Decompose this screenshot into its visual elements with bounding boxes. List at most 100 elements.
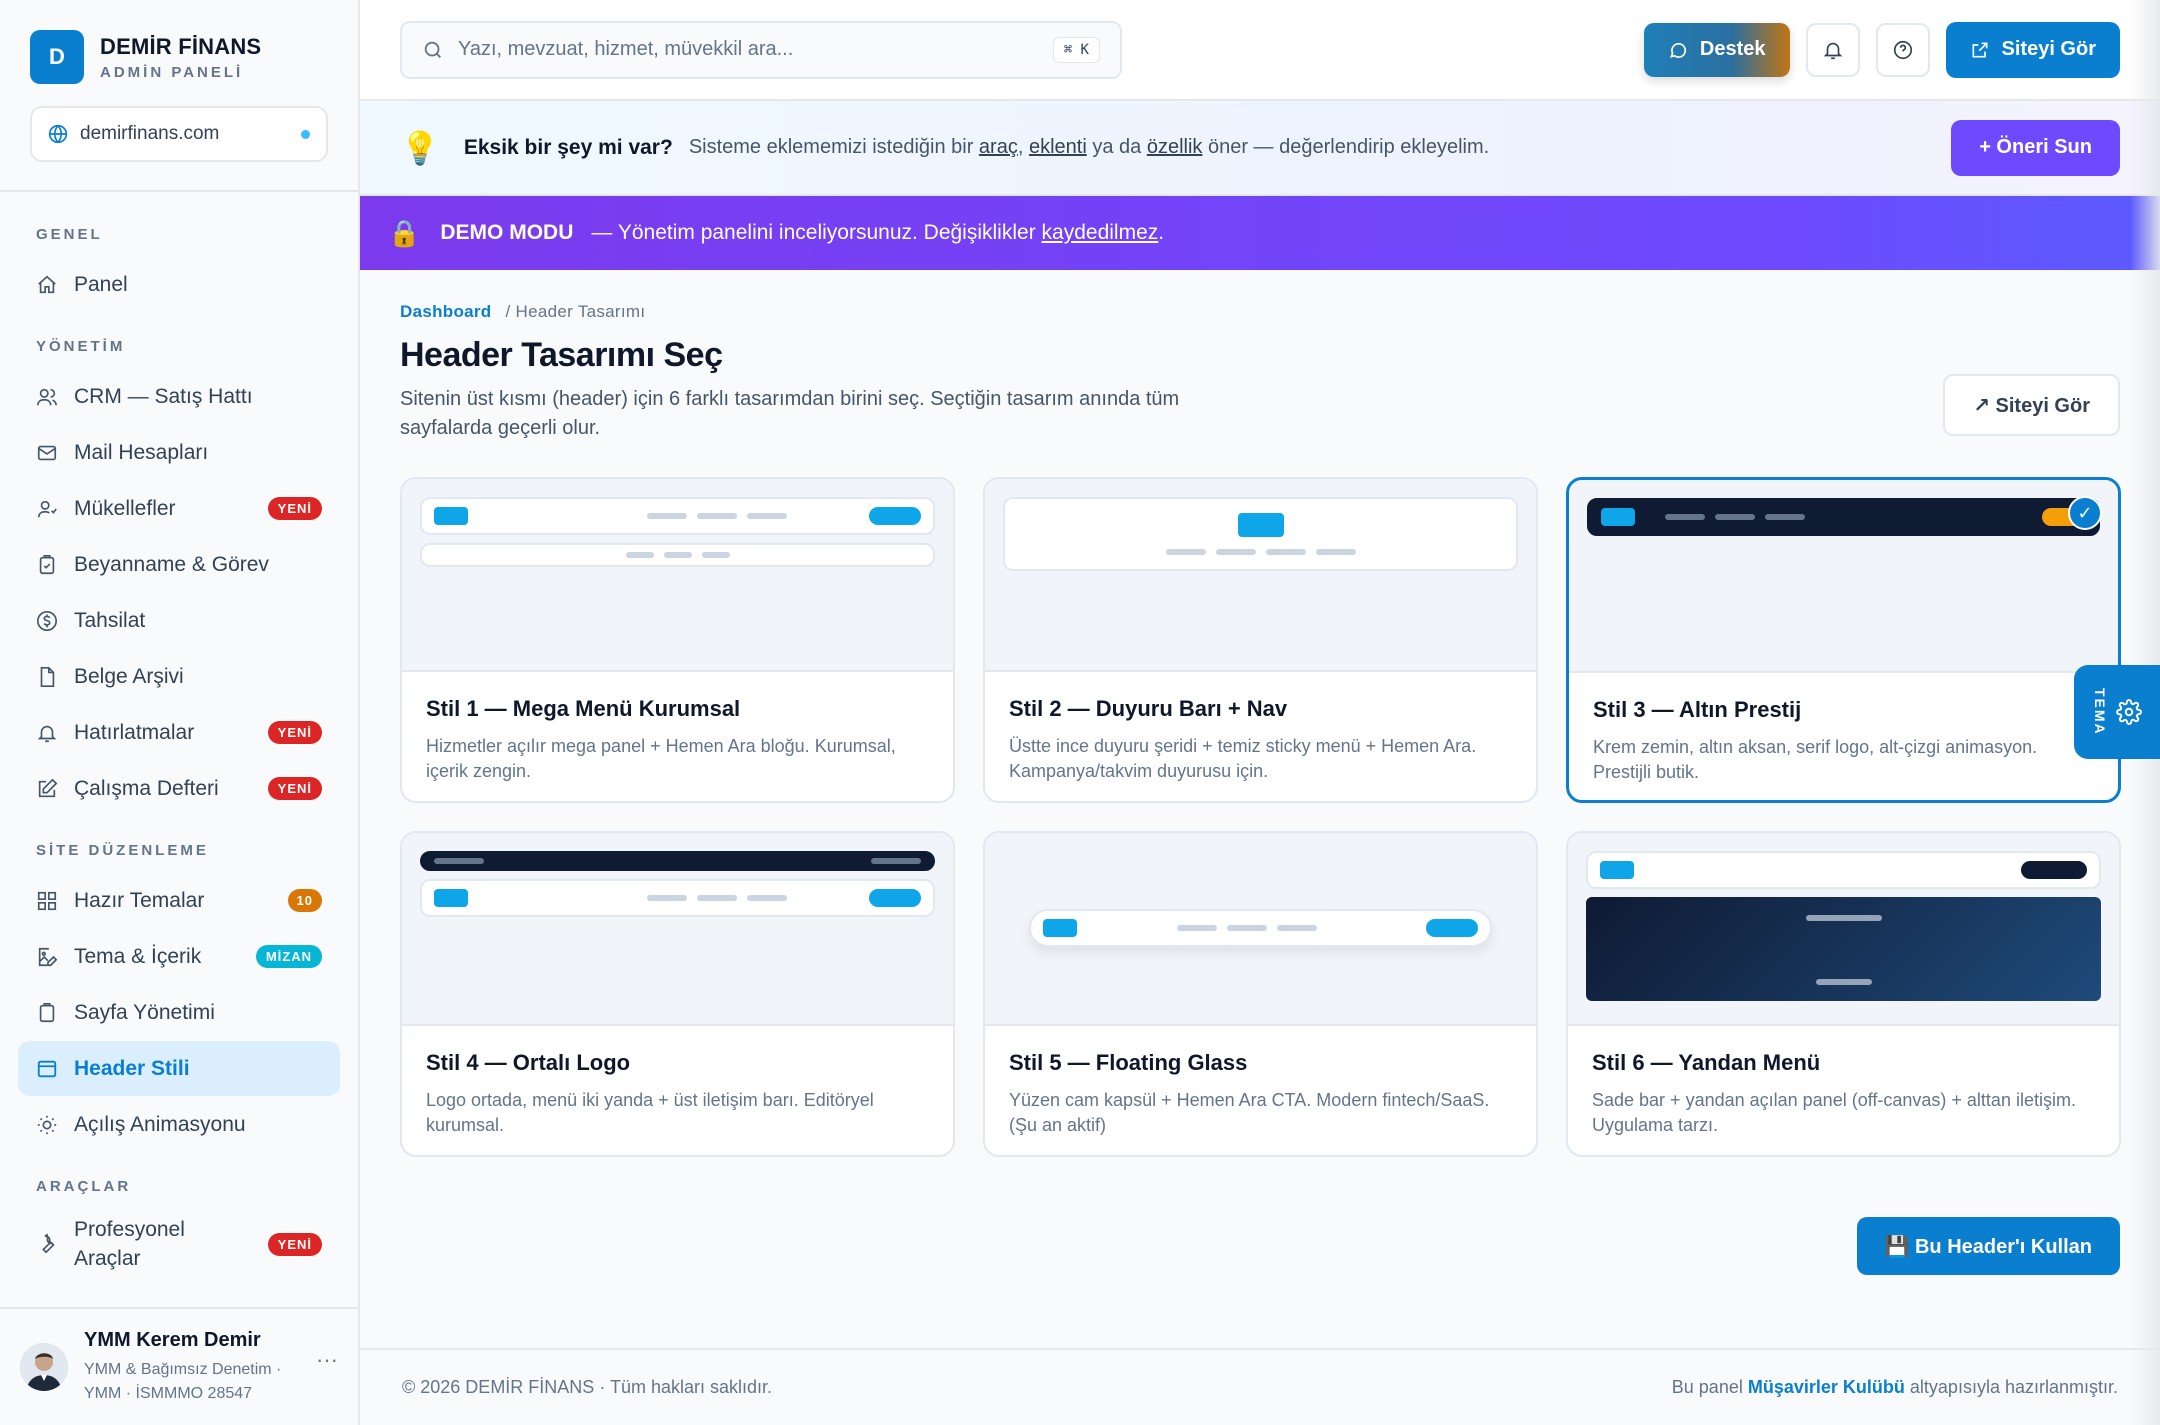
sidebar-item-label: Çalışma Defteri	[74, 776, 219, 800]
brand-area: D DEMİR FİNANS ADMİN PANELİ demirfinans.…	[0, 0, 358, 192]
sidebar-item-tahsilat[interactable]: Tahsilat	[18, 593, 340, 648]
contacts-icon	[37, 500, 57, 517]
bell-icon	[1823, 42, 1842, 59]
sidebar-item-crm[interactable]: CRM — Satış Hattı	[18, 369, 340, 424]
grid-icon	[37, 891, 57, 910]
demo-link[interactable]: kaydedilmez	[1042, 221, 1159, 245]
new-badge: YENİ	[267, 777, 322, 800]
style-name: Stil 5 — Floating Glass	[1009, 1050, 1248, 1075]
user-profile[interactable]: YMM Kerem Demir YMM & Bağımsız Denetim ·…	[0, 1307, 358, 1425]
footer-copyright: © 2026 DEMİR FİNANS · Tüm hakları saklıd…	[402, 1377, 773, 1397]
apply-header-button[interactable]: 💾 Bu Header'ı Kullan	[1856, 1217, 2120, 1275]
sidebar-item-profesyonel-araclar[interactable]: Profesyonel Araçlar YENİ	[18, 1209, 340, 1279]
preview-mega-panel	[420, 543, 935, 567]
sidebar-item-acilis-animasyonu[interactable]: Açılış Animasyonu	[18, 1097, 340, 1152]
breadcrumb-current: / Header Tasarımı	[505, 302, 646, 321]
style-preview	[1568, 833, 2119, 1026]
page-subtitle: Sitenin üst kısmı (header) için 6 farklı…	[400, 388, 1180, 439]
preview-navbar	[1003, 497, 1518, 571]
nav-section-title: YÖNETİM	[36, 338, 126, 355]
sidebar-item-hazir-temalar[interactable]: Hazır Temalar 10	[18, 873, 340, 928]
style-preview: ✓	[1569, 480, 2118, 673]
sidebar-item-mail[interactable]: Mail Hesapları	[18, 425, 340, 480]
sidebar-item-label: Header Stili	[74, 1056, 190, 1080]
brand-logo[interactable]: D	[30, 30, 84, 84]
style-description: Logo ortada, menü iki yanda + üst iletiş…	[426, 1090, 874, 1135]
view-site-outline-button[interactable]: ↗ Siteyi Gör	[1943, 374, 2120, 436]
sidebar-item-mukellefler[interactable]: Mükellefler YENİ	[18, 481, 340, 536]
footer-credit-link[interactable]: Müşavirler Kulübü	[1748, 1377, 1905, 1397]
sidebar-item-beyanname[interactable]: Beyanname & Görev	[18, 537, 340, 592]
demo-mode-banner: 🔒 DEMO MODU — Yönetim panelini inceliyor…	[360, 196, 2160, 270]
style-description: Üstte ince duyuru şeridi + temiz sticky …	[1009, 736, 1477, 781]
content: Dashboard / Header Tasarımı Header Tasarı…	[360, 270, 2160, 1275]
suggestion-link-ozellik[interactable]: özellik	[1147, 136, 1203, 158]
style-card-3[interactable]: ✓ Stil 3 — Altın Prestij Krem zemin, alt…	[1566, 477, 2121, 803]
demo-title: DEMO MODU	[440, 221, 574, 244]
sidebar-item-label: Tema & İçerik	[74, 944, 202, 968]
search-input[interactable]: Yazı, mevzuat, hizmet, müvekkil ara... ⌘…	[400, 20, 1122, 79]
style-card-6[interactable]: Stil 6 — Yandan Menü Sade bar + yandan a…	[1566, 831, 2121, 1157]
suggestion-link-arac[interactable]: araç	[979, 136, 1018, 158]
view-site-label: Siteyi Gör	[2001, 38, 2096, 60]
external-link-icon	[1972, 42, 1988, 57]
more-icon[interactable]: ···	[316, 1347, 338, 1373]
style-name: Stil 3 — Altın Prestij	[1593, 697, 1802, 722]
sidebar-item-label: Mükellefler	[74, 496, 176, 520]
preview-glass-capsule	[1029, 909, 1492, 947]
clipboard-icon	[39, 554, 55, 574]
count-badge: 10	[287, 889, 322, 912]
sidebar-item-hatirlatmalar[interactable]: Hatırlatmalar YENİ	[18, 705, 340, 760]
site-domain: demirfinans.com	[80, 123, 220, 144]
main-area: Yazı, mevzuat, hizmet, müvekkil ara... ⌘…	[360, 0, 2160, 1425]
mizan-badge: MİZAN	[255, 945, 322, 968]
sidebar-item-tema-icerik[interactable]: Tema & İçerik MİZAN	[18, 929, 340, 984]
preview-navbar	[420, 497, 935, 535]
suggest-button[interactable]: + Öneri Sun	[1951, 119, 2120, 176]
style-description: Hizmetler açılır mega panel + Hemen Ara …	[426, 736, 896, 781]
style-preview	[402, 479, 953, 672]
image-edit-icon	[38, 947, 58, 966]
sidebar-item-panel[interactable]: Panel	[18, 257, 340, 312]
footer-credit: Bu panel Müşavirler Kulübü altyapısıyla …	[1672, 1377, 2118, 1398]
sidebar-item-label: Sayfa Yönetimi	[74, 1000, 215, 1024]
footer-credit-text: altyapısıyla hazırlanmıştır.	[1909, 1377, 2118, 1397]
brand-subtitle: ADMİN PANELİ	[100, 63, 244, 81]
style-preview	[402, 833, 953, 1026]
demo-text: — Yönetim panelini inceliyorsunuz. Değiş…	[591, 221, 1036, 244]
sidebar-item-label: Belge Arşivi	[74, 664, 184, 688]
style-card-1[interactable]: Stil 1 — Mega Menü Kurumsal Hizmetler aç…	[400, 477, 955, 803]
style-card-5[interactable]: Stil 5 — Floating Glass Yüzen cam kapsül…	[983, 831, 1538, 1157]
theme-panel-tab[interactable]: TEMA	[2074, 665, 2160, 759]
sidebar-item-header-stili[interactable]: Header Stili	[18, 1041, 340, 1096]
suggestion-separator: ,	[1017, 136, 1024, 158]
sidebar-item-label: Tahsilat	[74, 608, 146, 632]
suggestion-link-eklenti[interactable]: eklenti	[1029, 136, 1087, 158]
site-selector[interactable]: demirfinans.com	[30, 106, 328, 162]
bell-icon	[37, 725, 57, 742]
shortcut-hint: ⌘ K	[1052, 36, 1100, 63]
style-card-4[interactable]: Stil 4 — Ortalı Logo Logo ortada, menü i…	[400, 831, 955, 1157]
style-card-2[interactable]: Stil 2 — Duyuru Barı + Nav Üstte ince du…	[983, 477, 1538, 803]
lightbulb-icon: 💡	[400, 129, 440, 166]
sidebar-item-label: Panel	[74, 272, 128, 296]
style-name: Stil 2 — Duyuru Barı + Nav	[1009, 696, 1288, 721]
style-description: Yüzen cam kapsül + Hemen Ara CTA. Modern…	[1009, 1090, 1490, 1135]
view-site-button[interactable]: Siteyi Gör	[1945, 21, 2120, 78]
breadcrumb-home[interactable]: Dashboard	[400, 302, 492, 321]
wrench-icon	[42, 1233, 55, 1254]
suggestion-text-part: öner — değerlendirip ekleyelim.	[1207, 136, 1490, 158]
support-button[interactable]: Destek	[1643, 22, 1790, 77]
sun-icon	[37, 1115, 57, 1134]
avatar	[20, 1343, 68, 1391]
sidebar-nav: GENEL Panel YÖNETİM CRM — Satış Hattı Ma…	[0, 192, 358, 1279]
notifications-button[interactable]	[1805, 22, 1860, 77]
sidebar-item-calisma-defteri[interactable]: Çalışma Defteri YENİ	[18, 761, 340, 816]
sidebar-item-label: CRM — Satış Hattı	[74, 384, 253, 408]
sidebar-item-belge[interactable]: Belge Arşivi	[18, 649, 340, 704]
preview-navbar	[1586, 851, 2101, 889]
demo-text-end: .	[1158, 221, 1165, 244]
help-button[interactable]	[1875, 22, 1930, 77]
sidebar-item-sayfa-yonetimi[interactable]: Sayfa Yönetimi	[18, 985, 340, 1040]
help-icon	[1893, 40, 1912, 59]
